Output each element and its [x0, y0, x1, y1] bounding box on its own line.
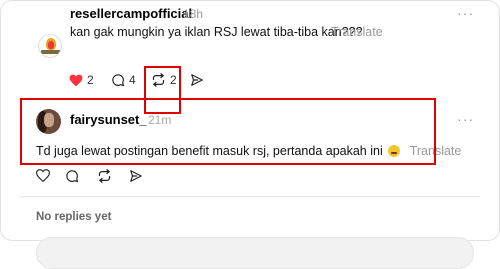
heart-icon	[69, 74, 83, 86]
share-icon	[191, 74, 203, 86]
post-translate-link[interactable]: Translate	[331, 25, 383, 39]
comment-button[interactable]: 4	[111, 73, 136, 87]
reply-comment-button[interactable]	[65, 169, 79, 183]
reply-more-icon[interactable]: ···	[457, 111, 474, 127]
like-count: 2	[87, 73, 94, 87]
post-time: 18h	[183, 7, 204, 21]
post-text: kan gak mungkin ya iklan RSJ lewat tiba-…	[70, 25, 363, 39]
share-button[interactable]	[190, 73, 204, 87]
reply-input[interactable]	[36, 237, 474, 269]
post-username[interactable]: resellercampofficial	[70, 6, 192, 21]
thread-card: resellercampofficial 18h kan gak mungkin…	[0, 0, 500, 269]
no-replies-label: No replies yet	[36, 211, 112, 223]
like-button[interactable]: 2	[69, 73, 94, 87]
reply-repost-button[interactable]	[97, 169, 112, 183]
share-icon	[130, 170, 142, 182]
heart-icon	[36, 169, 50, 182]
reply-like-button[interactable]	[36, 169, 50, 182]
repost-icon	[98, 169, 111, 183]
post-more-icon[interactable]: ···	[457, 5, 474, 21]
comment-icon	[112, 74, 125, 87]
comment-count: 4	[129, 73, 136, 87]
avatar-resellercampofficial[interactable]	[38, 34, 62, 58]
reply-share-button[interactable]	[129, 169, 143, 183]
reply-highlight-box	[20, 98, 436, 165]
comment-icon	[66, 170, 79, 183]
divider	[20, 196, 480, 197]
